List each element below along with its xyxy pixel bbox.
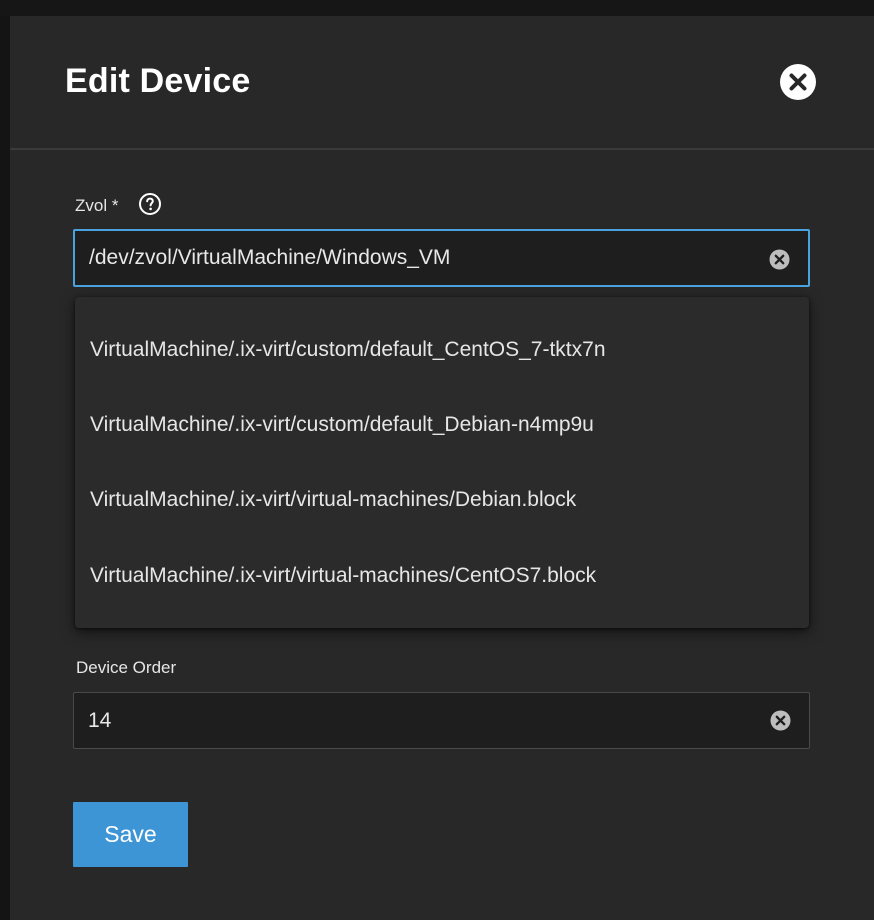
zvol-field: [73, 229, 810, 287]
dialog-title: Edit Device: [65, 62, 251, 100]
close-icon: [789, 73, 807, 91]
close-button[interactable]: [780, 64, 816, 100]
edit-device-dialog: Edit Device Zvol * Device Order VirtualM…: [10, 16, 874, 920]
zvol-option[interactable]: VirtualMachine/.ix-virt/virtual-machines…: [75, 462, 809, 537]
background-top-strip: [0, 0, 874, 16]
zvol-label: Zvol *: [75, 196, 119, 215]
device-order-field: [73, 692, 810, 749]
zvol-option-label: VirtualMachine/.ix-virt/custom/default_D…: [90, 413, 594, 436]
save-button[interactable]: Save: [73, 802, 188, 867]
zvol-option-label: VirtualMachine/.ix-virt/virtual-machines…: [90, 564, 597, 587]
zvol-option[interactable]: VirtualMachine/.ix-virt/custom/default_C…: [75, 312, 809, 387]
device-order-input[interactable]: [88, 693, 748, 748]
background-left-strip: [0, 16, 10, 920]
zvol-option-label: VirtualMachine/.ix-virt/custom/default_C…: [90, 338, 606, 361]
help-icon[interactable]: [138, 192, 162, 216]
zvol-option[interactable]: VirtualMachine/.ix-virt/virtual-machines…: [75, 538, 809, 613]
zvol-option-label: VirtualMachine/.ix-virt/virtual-machines…: [90, 488, 577, 511]
zvol-input[interactable]: [89, 231, 749, 285]
zvol-option[interactable]: VirtualMachine/.ix-virt/custom/default_D…: [75, 387, 809, 462]
device-order-label: Device Order: [76, 658, 177, 677]
clear-icon[interactable]: [770, 710, 791, 731]
zvol-dropdown: VirtualMachine/.ix-virt/custom/default_C…: [75, 297, 809, 628]
clear-icon[interactable]: [769, 249, 790, 270]
dialog-header: Edit Device: [10, 16, 874, 150]
